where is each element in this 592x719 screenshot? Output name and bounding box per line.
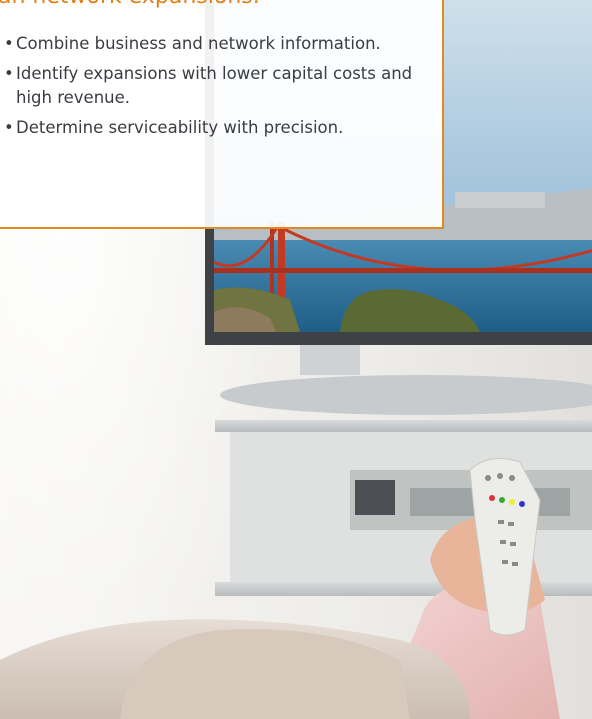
bullet: • <box>4 34 14 53</box>
city-skyline <box>455 192 545 208</box>
feature-item-text: Combine business and network information… <box>16 34 381 53</box>
feature-item-text: Identify expansions with lower capital c… <box>16 64 413 107</box>
bullet: • <box>4 118 14 137</box>
feature-callout: an network expansions. • Combine busines… <box>0 0 444 229</box>
feature-item: • Combine business and network informati… <box>4 32 432 56</box>
feature-list: • Combine business and network informati… <box>4 32 432 146</box>
feature-item: • Determine serviceability with precisio… <box>4 116 432 140</box>
tv-stand <box>215 345 592 596</box>
feature-item: • Identify expansions with lower capital… <box>4 62 432 110</box>
callout-heading: an network expansions. <box>0 0 260 9</box>
feature-item-text: Determine serviceability with precision. <box>16 118 344 137</box>
bullet: • <box>4 64 14 83</box>
